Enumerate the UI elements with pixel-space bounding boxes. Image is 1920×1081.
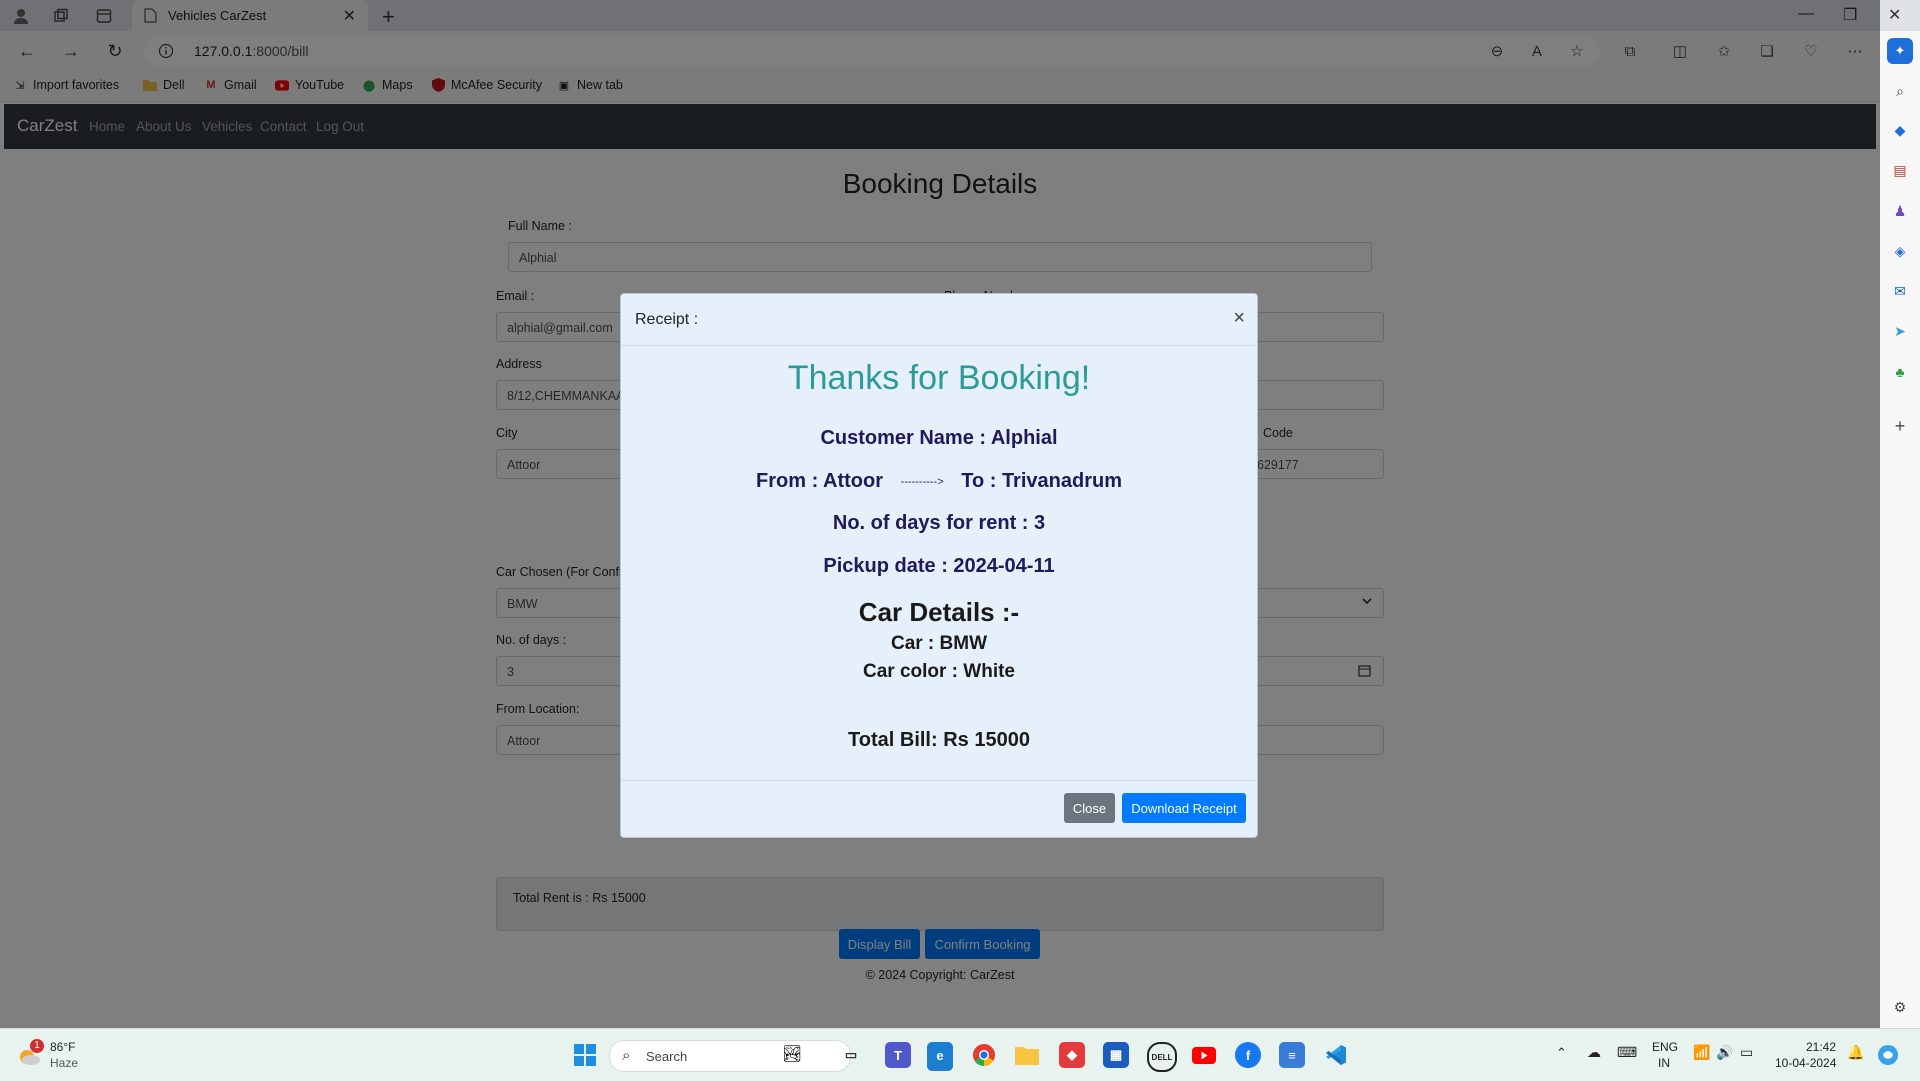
file-explorer-icon[interactable]: [1014, 1042, 1040, 1068]
language-primary[interactable]: ENG: [1652, 1040, 1678, 1054]
clock-date[interactable]: 10-04-2024: [1775, 1056, 1836, 1070]
wifi-icon[interactable]: 📶: [1693, 1044, 1710, 1061]
onedrive-icon[interactable]: ☁: [1587, 1044, 1601, 1061]
send-icon[interactable]: ➤: [1890, 321, 1910, 341]
notification-bell-icon[interactable]: 🔔: [1847, 1044, 1864, 1061]
edge-icon[interactable]: e: [927, 1042, 953, 1071]
copilot-taskbar-icon[interactable]: [1875, 1042, 1901, 1068]
show-hidden-icons[interactable]: ⌃: [1556, 1045, 1567, 1061]
facebook-icon[interactable]: f: [1235, 1042, 1261, 1068]
search-icon: ⌕: [622, 1047, 631, 1064]
weather-badge: 1: [30, 1039, 44, 1053]
task-view-icon[interactable]: ▭: [838, 1042, 864, 1068]
modal-footer: Close Download Receipt: [621, 780, 1257, 840]
weather-temp: 86°F: [50, 1040, 76, 1054]
add-sidebar-app-icon[interactable]: +: [1890, 416, 1910, 436]
modal-header: Receipt : ×: [621, 294, 1257, 346]
search-placeholder: Search: [646, 1049, 688, 1064]
volume-icon[interactable]: 🔊: [1716, 1044, 1733, 1061]
games-icon[interactable]: ♟: [1890, 201, 1910, 221]
route-arrow: ---------->: [900, 475, 944, 488]
dell-icon[interactable]: DELL: [1147, 1042, 1177, 1072]
download-receipt-button[interactable]: Download Receipt: [1122, 793, 1246, 823]
weather-condition: Haze: [50, 1056, 79, 1070]
search-icon[interactable]: ⌕: [1890, 81, 1910, 101]
route-from: From : Attoor: [756, 470, 884, 492]
route-line: From : Attoor ----------> To : Trivanadr…: [621, 470, 1257, 493]
store-icon[interactable]: ▦: [1103, 1042, 1129, 1068]
anydesk-icon[interactable]: ◆: [1059, 1042, 1085, 1068]
youtube-taskbar-icon[interactable]: [1191, 1042, 1217, 1068]
close-window-button[interactable]: ✕: [1888, 5, 1901, 25]
sidebar-settings-icon[interactable]: ⚙: [1890, 997, 1910, 1017]
language-region: IN: [1658, 1056, 1670, 1070]
windows-taskbar: 1 86°F Haze ⌕ Search 🏞 ▭ T e ◆ ▦ DELL f …: [0, 1028, 1920, 1081]
close-button[interactable]: Close: [1064, 793, 1115, 823]
clock-time[interactable]: 21:42: [1806, 1040, 1836, 1054]
vscode-icon[interactable]: [1323, 1042, 1349, 1068]
keyboard-icon[interactable]: ⌨: [1617, 1044, 1637, 1061]
rent-days: No. of days for rent : 3: [832, 512, 1046, 534]
taskbar-search[interactable]: ⌕ Search 🏞: [609, 1040, 851, 1072]
modal-title: Receipt :: [635, 311, 699, 328]
customer-name: Customer Name : Alphial: [820, 427, 1058, 449]
modal-close-icon[interactable]: ×: [1233, 307, 1245, 330]
chrome-icon[interactable]: [971, 1042, 997, 1068]
notepad-icon[interactable]: ≡: [1279, 1042, 1305, 1068]
thanks-heading: Thanks for Booking!: [787, 359, 1091, 397]
copilot-apps-icon[interactable]: ◈: [1890, 241, 1910, 261]
car-model: Car : BMW: [890, 633, 988, 654]
tree-icon[interactable]: ♣: [1890, 362, 1910, 382]
teams-icon[interactable]: T: [885, 1042, 911, 1068]
tools-icon[interactable]: ▤: [1890, 160, 1910, 180]
outlook-icon[interactable]: ✉: [1890, 281, 1910, 301]
route-to: To : Trivanadrum: [961, 470, 1122, 492]
total-bill: Total Bill: Rs 15000: [848, 729, 1030, 751]
windows-start-icon[interactable]: [572, 1042, 598, 1068]
weather-icon[interactable]: 1: [16, 1039, 44, 1068]
pickup-date: Pickup date : 2024-04-11: [823, 555, 1055, 577]
battery-icon[interactable]: ▭: [1740, 1044, 1753, 1061]
car-color: Car color : White: [862, 661, 1015, 682]
receipt-modal: Receipt : × Thanks for Booking! Customer…: [620, 293, 1258, 838]
shopping-tag-icon[interactable]: ◆: [1890, 120, 1910, 140]
copilot-icon[interactable]: ✦: [1887, 38, 1913, 64]
car-details-heading: Car Details :-: [858, 597, 1020, 627]
edge-sidebar: ⌕ ◆ ▤ ♟ ◈ ✉ ➤ ♣ + ⚙: [1880, 71, 1920, 1029]
search-highlight-icon: 🏞: [782, 1046, 803, 1063]
